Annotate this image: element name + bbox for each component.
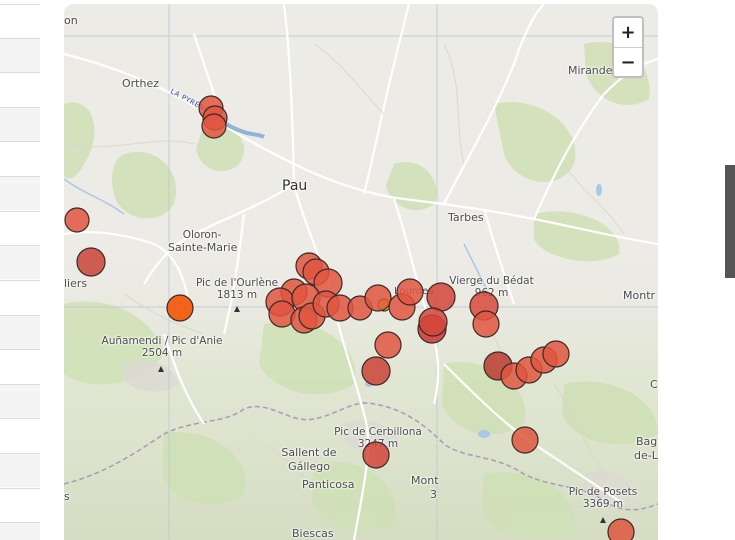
list-item[interactable] [0,72,40,106]
map-marker[interactable] [542,340,570,368]
map-marker[interactable] [361,356,391,386]
list-item[interactable] [0,107,40,141]
map-marker[interactable] [362,441,390,469]
map-marker[interactable] [166,294,194,322]
list-item[interactable] [0,315,40,349]
zoom-in-button[interactable]: + [614,18,642,48]
zoom-control: + − [612,16,644,78]
panel-toggle-handle[interactable] [725,165,735,278]
zoom-out-button[interactable]: − [614,48,642,77]
map-marker[interactable] [64,207,90,233]
map-view[interactable]: on Orthez LA PYRÉNÉENNE Mirande Pau Tarb… [64,4,658,540]
list-item[interactable] [0,384,40,418]
results-list [0,0,40,540]
map-marker[interactable] [396,278,424,306]
map-marker[interactable] [201,113,227,139]
list-item[interactable] [0,349,40,383]
map-marker[interactable] [374,331,402,359]
list-item[interactable] [0,141,40,175]
list-item[interactable] [0,280,40,314]
map-marker[interactable] [418,307,448,337]
map-marker[interactable] [364,284,392,312]
list-item[interactable] [0,418,40,452]
map-marker[interactable] [426,282,456,312]
list-item[interactable] [0,488,40,522]
list-item[interactable] [0,245,40,279]
map-marker[interactable] [607,518,635,540]
list-item[interactable] [0,38,40,72]
list-item[interactable] [0,211,40,245]
map-marker[interactable] [472,310,500,338]
map-marker[interactable] [511,426,539,454]
list-item[interactable] [0,522,40,540]
list-item[interactable] [0,176,40,210]
map-marker[interactable] [76,247,106,277]
list-item[interactable] [0,4,40,38]
list-item[interactable] [0,453,40,487]
map-markers-layer [64,95,635,540]
